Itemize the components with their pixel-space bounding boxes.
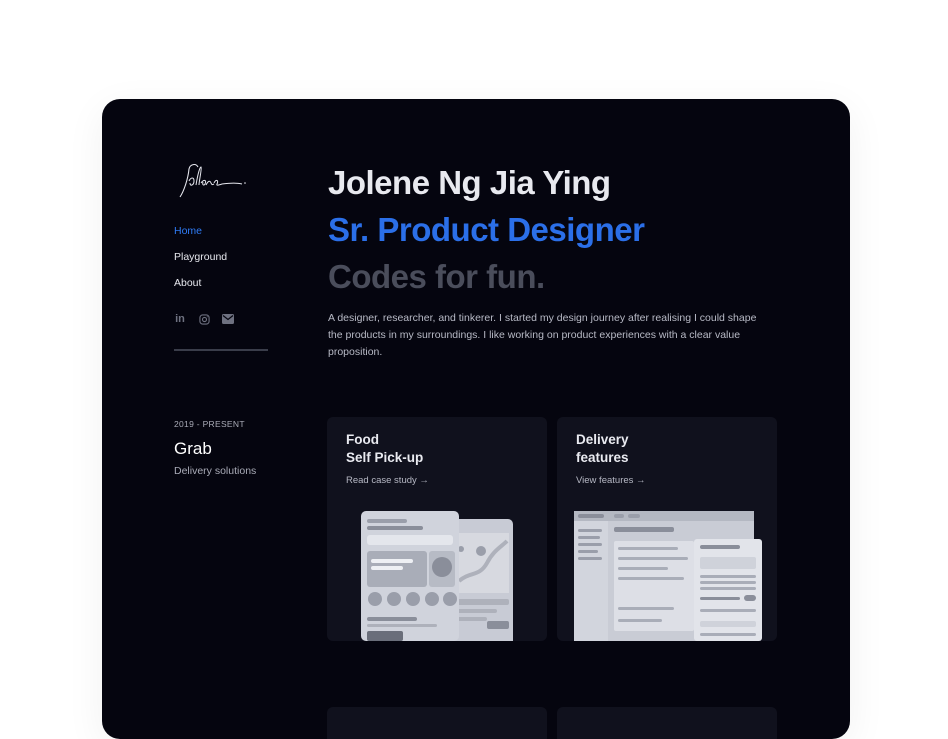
card-link[interactable]: View features → xyxy=(576,475,646,486)
main-nav: Home Playground About xyxy=(174,225,227,303)
hero-name: Jolene Ng Jia Ying xyxy=(328,164,611,201)
mail-icon[interactable] xyxy=(222,313,234,325)
experience-company: Grab xyxy=(174,439,212,458)
project-card-partial[interactable] xyxy=(327,707,547,739)
linkedin-icon-label: in xyxy=(175,313,185,325)
project-card-delivery-features[interactable]: Delivery features View features → xyxy=(557,417,777,641)
project-card-partial[interactable] xyxy=(557,707,777,739)
dashboard-mockup-image xyxy=(574,511,762,641)
sidebar-divider xyxy=(174,349,268,351)
nav-item-playground[interactable]: Playground xyxy=(174,251,227,277)
app-mockup-image xyxy=(361,511,513,641)
hero-description: A designer, researcher, and tinkerer. I … xyxy=(328,312,757,358)
experience-period: 2019 - PRESENT xyxy=(174,419,245,429)
experience-description: Delivery solutions xyxy=(174,465,257,477)
social-links: in xyxy=(174,313,234,325)
instagram-icon[interactable] xyxy=(198,313,210,325)
linkedin-icon[interactable]: in xyxy=(174,313,186,325)
hero-title: Sr. Product Designer xyxy=(328,211,645,248)
signature-logo[interactable] xyxy=(174,161,248,201)
card-link[interactable]: Read case study → xyxy=(346,475,429,486)
hero-tagline: Codes for fun. xyxy=(328,258,545,295)
card-title: Food Self Pick-up xyxy=(346,432,424,465)
project-card-food-self-pickup[interactable]: Food Self Pick-up Read case study → xyxy=(327,417,547,641)
portfolio-window: Home Playground About in Jolene Ng Jia Y… xyxy=(102,99,850,739)
nav-item-home[interactable]: Home xyxy=(174,225,227,251)
nav-item-about[interactable]: About xyxy=(174,277,227,303)
card-title: Delivery features xyxy=(576,432,629,465)
